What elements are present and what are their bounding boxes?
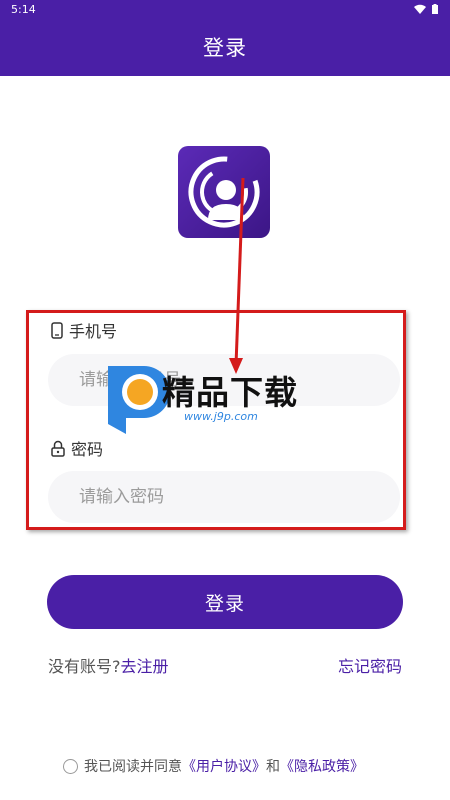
- no-account-row: 没有账号?去注册: [48, 653, 169, 677]
- agreement-and: 和: [266, 759, 280, 775]
- login-button[interactable]: 登录: [47, 575, 403, 629]
- forgot-password-link[interactable]: 忘记密码: [338, 653, 402, 677]
- user-agreement-link[interactable]: 《用户协议》: [182, 759, 266, 775]
- no-account-text: 没有账号?: [48, 657, 121, 676]
- agreement-row: 我已阅读并同意《用户协议》和《隐私政策》: [63, 756, 364, 776]
- watermark-text: 精品下载: [162, 373, 298, 412]
- watermark-logo-icon: [108, 366, 170, 434]
- agreement-radio[interactable]: [63, 758, 78, 774]
- agreement-prefix: 我已阅读并同意: [84, 759, 182, 775]
- watermark: 精品下载 www.j9p.com: [100, 358, 350, 438]
- watermark-url: www.j9p.com: [184, 410, 258, 423]
- register-link[interactable]: 去注册: [121, 657, 169, 676]
- privacy-policy-link[interactable]: 《隐私政策》: [280, 759, 364, 775]
